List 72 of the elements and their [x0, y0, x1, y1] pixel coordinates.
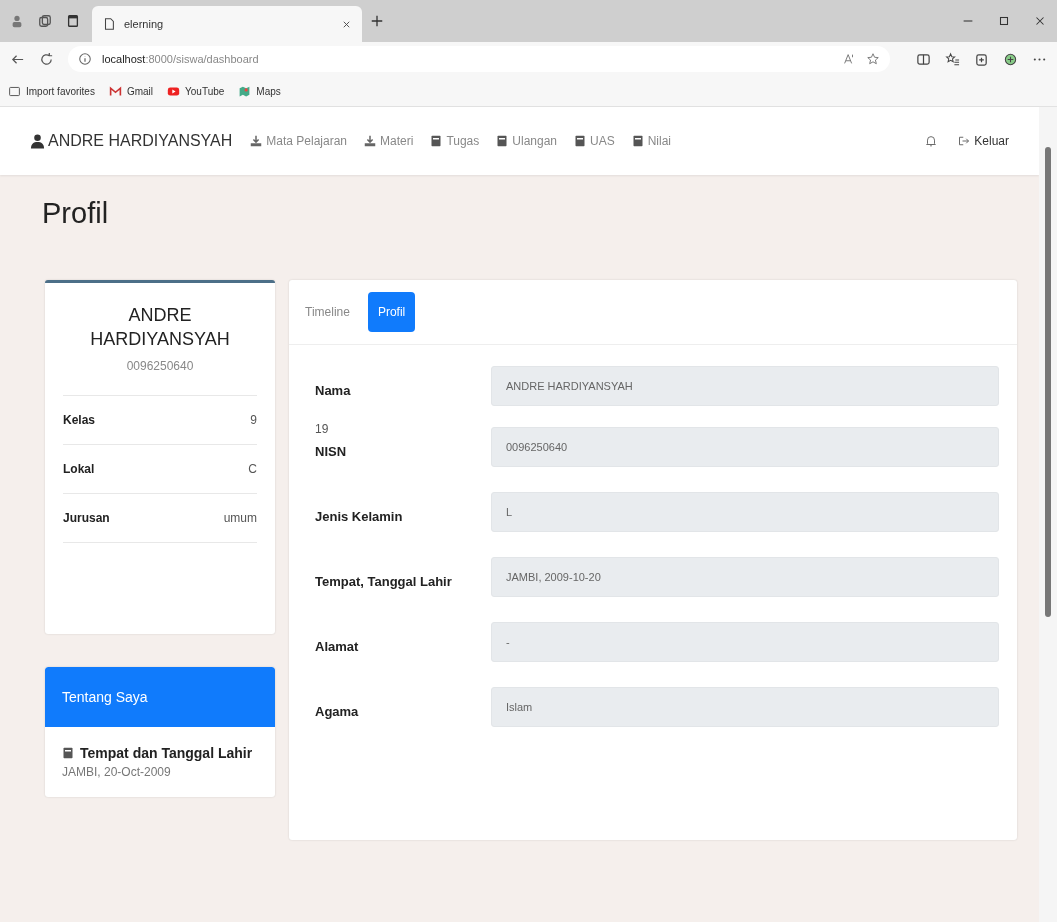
info-value: 9 — [250, 412, 257, 427]
about-card-header: Tentang Saya — [45, 667, 275, 727]
mail-icon — [108, 84, 122, 98]
book-icon — [631, 135, 644, 147]
scrollbar[interactable] — [1039, 107, 1057, 922]
text-field[interactable]: - — [491, 621, 999, 662]
field-label: Jenis Kelamin — [315, 508, 404, 524]
info-label: Jurusan — [63, 510, 110, 525]
field-label: Tempat, Tanggal Lahir — [315, 573, 453, 589]
logout-link[interactable]: Keluar — [958, 134, 1009, 148]
info-value: C — [248, 461, 257, 476]
user-name-link[interactable]: ANDRE HARDIYANSYAH — [30, 132, 233, 150]
profile-tab[interactable]: Profil — [367, 292, 416, 332]
nav-link[interactable]: Tugas — [430, 134, 480, 148]
field-label: Agama — [315, 703, 360, 719]
map-icon — [238, 84, 252, 98]
extension-icon[interactable] — [1003, 51, 1018, 67]
bookmark-link[interactable]: Import favorites — [8, 84, 95, 98]
stray-text: 19 — [315, 422, 330, 436]
bookmark-link[interactable]: YouTube — [167, 84, 225, 98]
url-text: localhost:8000/siswa/dashboard — [102, 53, 259, 65]
text-field[interactable]: L — [491, 491, 999, 532]
text-field[interactable]: ANDRE HARDIYANSYAH — [491, 365, 999, 406]
field-label: NISN — [315, 443, 348, 459]
play-icon — [167, 84, 181, 98]
address-bar[interactable]: localhost:8000/siswa/dashboard — [68, 46, 890, 72]
download-icon — [250, 135, 263, 147]
bookmark-link[interactable]: Maps — [238, 84, 281, 98]
new-tab-icon[interactable] — [370, 14, 384, 28]
logout-icon — [958, 135, 971, 147]
page-icon — [102, 17, 116, 31]
field-label: Alamat — [315, 638, 360, 654]
text-field[interactable]: Islam — [491, 686, 999, 727]
info-icon[interactable] — [78, 52, 92, 66]
field-label: Nama — [315, 382, 352, 398]
student-id: 0096250640 — [63, 358, 257, 396]
book-icon — [574, 135, 586, 147]
nav-link[interactable]: Nilai — [631, 134, 672, 148]
collections-icon[interactable] — [974, 51, 989, 67]
scrollbar-thumb[interactable] — [1045, 147, 1051, 617]
bookmark-link[interactable]: Gmail — [108, 84, 154, 98]
book-icon — [496, 135, 509, 147]
page-title: Profil — [41, 196, 110, 231]
info-value: umum — [223, 510, 257, 525]
about-item-text: JAMBI, 20-Oct-2009 — [62, 765, 172, 779]
text-field[interactable]: 0096250640 — [491, 426, 999, 467]
bell-icon[interactable] — [924, 134, 939, 148]
student-name: ANDRE HARDIYANSYAH — [89, 304, 231, 352]
star-icon[interactable] — [866, 52, 880, 66]
tab-actions-icon[interactable] — [66, 14, 80, 28]
book-icon — [430, 135, 443, 147]
about-item-title: Tempat dan Tanggal Lahir — [62, 745, 258, 761]
nav-link[interactable]: Materi — [364, 134, 414, 148]
split-screen-icon[interactable] — [916, 51, 931, 67]
user-icon — [30, 133, 45, 149]
read-aloud-icon[interactable] — [842, 52, 856, 66]
info-label: Lokal — [63, 461, 95, 476]
nav-link[interactable]: UAS — [574, 134, 615, 148]
refresh-icon[interactable] — [39, 51, 54, 67]
profile-tab[interactable]: Timeline — [299, 292, 356, 332]
book-icon — [62, 747, 74, 759]
browser-tab[interactable]: elerning — [92, 6, 362, 42]
nav-link[interactable]: Ulangan — [496, 134, 557, 148]
folder-icon — [8, 84, 21, 98]
maximize-icon[interactable] — [997, 14, 1011, 28]
info-label: Kelas — [63, 412, 96, 427]
favorites-icon[interactable] — [945, 51, 960, 67]
text-field[interactable]: JAMBI, 2009-10-20 — [491, 556, 999, 597]
download-icon — [364, 135, 377, 147]
profile-icon[interactable] — [10, 14, 24, 28]
nav-link[interactable]: Mata Pelajaran — [250, 134, 348, 148]
workspaces-icon[interactable] — [38, 14, 52, 28]
